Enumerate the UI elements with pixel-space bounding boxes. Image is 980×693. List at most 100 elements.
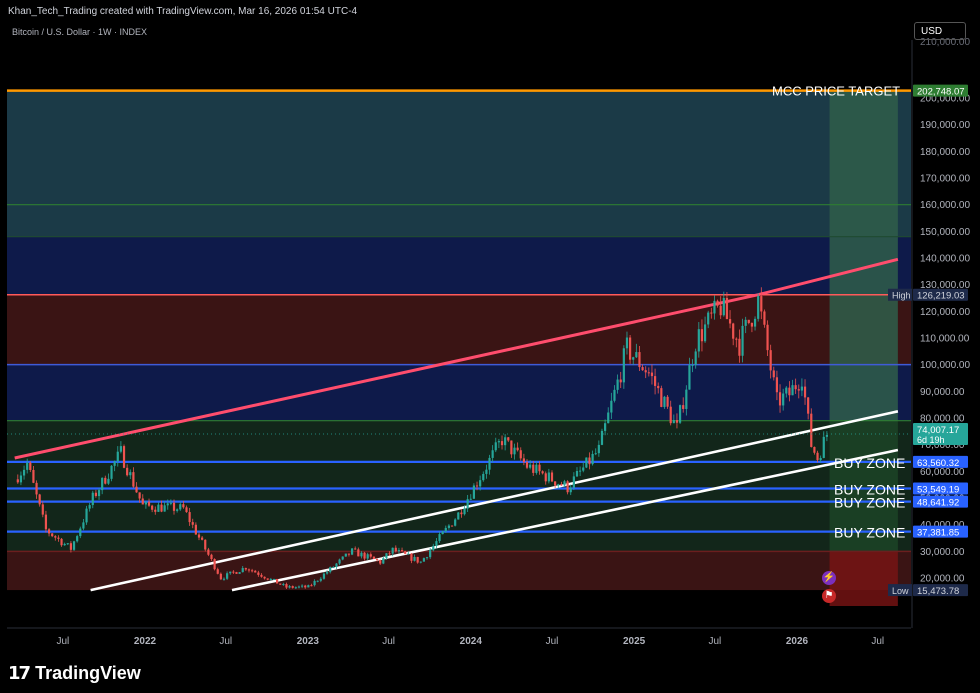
candle-body (822, 436, 825, 458)
candle-body (157, 504, 160, 512)
candle-body (272, 578, 276, 580)
candle-body (738, 338, 741, 356)
candle-body (407, 553, 410, 555)
x-tick-label: 2023 (297, 636, 320, 647)
candle-body (663, 396, 666, 407)
candle-body (126, 467, 129, 476)
zone-red-2 (7, 294, 911, 365)
zone-blue-3 (7, 364, 911, 421)
y-tick-label: 160,000.00 (920, 200, 970, 211)
candle-body (235, 572, 238, 574)
price-axis-bg (912, 20, 980, 638)
candle-body (563, 481, 566, 486)
candle-body (422, 558, 426, 562)
candle-body (372, 556, 376, 560)
candle-body (360, 552, 363, 557)
candle-body (216, 569, 219, 574)
candle-body (722, 297, 725, 316)
candle-body (491, 450, 494, 458)
candle-body (297, 586, 301, 588)
target-box (829, 90, 898, 421)
candle-body (582, 467, 585, 471)
candle-body (213, 559, 216, 570)
candle-body (310, 585, 313, 587)
candle-body (778, 392, 782, 406)
candle-body (500, 441, 504, 446)
candle-body (191, 522, 194, 525)
candle-body (432, 545, 435, 551)
x-tick-label: Jul (708, 636, 721, 647)
candle-body (194, 524, 197, 535)
candle-body (163, 505, 166, 512)
candle-body (691, 364, 694, 366)
candle-body (797, 389, 800, 391)
candle-body (166, 503, 169, 506)
candle-body (766, 324, 769, 351)
candle-body (266, 578, 269, 580)
candle-body (504, 437, 507, 446)
candle-body (807, 397, 810, 414)
candle-body (238, 572, 241, 574)
candle-body (466, 499, 469, 509)
candle-body (263, 576, 266, 579)
candle-body (744, 319, 747, 326)
candle-body (72, 541, 76, 550)
tradingview-logo[interactable]: 17 TradingView (8, 662, 141, 684)
candle-body (741, 325, 744, 356)
candle-body (413, 556, 416, 561)
candle-body (294, 587, 297, 589)
candle-body (653, 376, 657, 386)
candle-body (51, 533, 54, 537)
candle-body (232, 571, 235, 573)
candle-body (516, 447, 519, 451)
candle-body (382, 558, 385, 564)
price-label-text: 48,641.92 (917, 498, 959, 509)
zone-label: BUY ZONE (834, 525, 905, 541)
candle-body (207, 549, 210, 555)
candle-body (219, 573, 222, 580)
candle-body (197, 534, 201, 538)
y-tick-label: 170,000.00 (920, 174, 970, 185)
top-bar: Khan_Tech_Trading created with TradingVi… (0, 0, 980, 20)
candle-body (450, 525, 454, 527)
candle-body (788, 387, 791, 396)
candle-body (247, 569, 251, 571)
candle-body (485, 469, 488, 474)
candle-body (460, 512, 463, 515)
candle-body (529, 464, 532, 468)
candle-body (375, 559, 379, 561)
candle-body (782, 393, 785, 406)
candle-body (38, 494, 41, 505)
candle-body (260, 574, 263, 577)
candle-body (669, 406, 672, 424)
candle-body (688, 365, 691, 390)
candle-body (760, 296, 763, 312)
candle-body (394, 547, 397, 552)
candle-body (269, 578, 272, 580)
y-tick-label: 110,000.00 (920, 334, 970, 345)
candle-body (672, 420, 675, 424)
candle-body (585, 457, 588, 468)
candle-body (104, 477, 107, 484)
price-label-text: 63,560.32 (917, 458, 959, 469)
y-tick-label: 90,000.00 (920, 387, 965, 398)
candle-body (275, 578, 279, 584)
candle-body (366, 554, 369, 559)
candle-body (732, 323, 735, 339)
lightning-icon[interactable]: ⚡ (822, 571, 836, 585)
price-chart[interactable]: MCC PRICE TARGET BUY ZONE BUY ZONE BUY ZONE… (0, 0, 980, 693)
candle-body (610, 400, 613, 413)
candle-body (444, 527, 447, 532)
candle-body (222, 578, 226, 580)
candle-body (647, 372, 650, 374)
candle-body (307, 585, 310, 588)
candle-body (613, 389, 616, 401)
us-flag-icon[interactable]: ⚑ (822, 589, 836, 603)
currency-selector[interactable]: USD (914, 22, 966, 40)
price-label-text: 15,473.78 (917, 586, 959, 597)
candle-body (29, 462, 32, 470)
candle-body (625, 337, 629, 349)
candle-body (588, 457, 591, 465)
candle-body (469, 498, 472, 500)
candle-body (251, 570, 254, 572)
